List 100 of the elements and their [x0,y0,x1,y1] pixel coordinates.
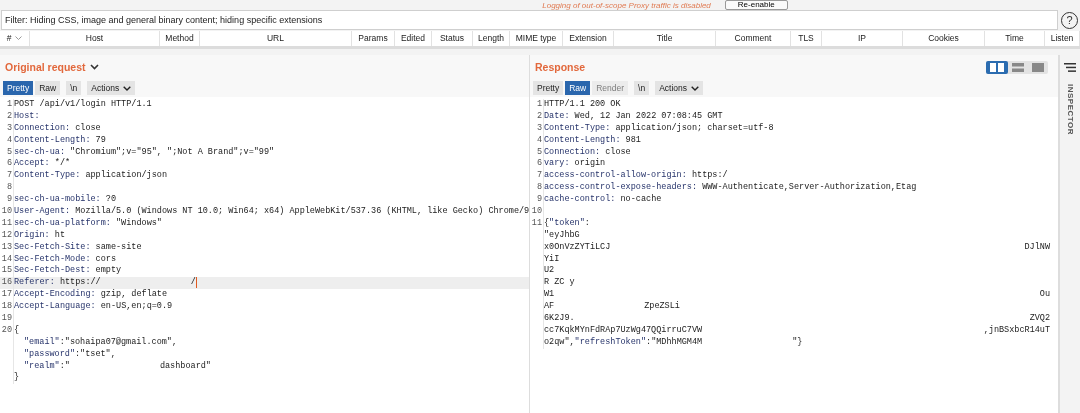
code-text: */* [53,158,71,171]
code-key: Content-Type: [544,122,611,135]
code-key: Sec-Fetch-Site: [14,241,91,254]
code-key: Accept-Language: [14,301,96,314]
line-number: 2 [536,110,542,121]
code-text: : [584,217,590,230]
code-key: Accept-Encoding: [14,289,96,302]
column-header[interactable]: Method [160,31,200,46]
line-number: 1 [536,99,542,109]
column-header[interactable]: Listen [1045,31,1080,46]
code-text: empty [94,265,122,277]
line-number: 17 [1,289,12,300]
line-number: 1 [6,99,12,109]
split-view-icon[interactable] [986,60,1009,74]
code-text: Mozilla/5.0 (Windows NT 10.0; Win64; x64) AppleWebKit/537.36 (KHTML, like Gecko) Chrome/9 [74,206,530,218]
line-number: 10 [531,206,542,216]
line-number: 13 [1,241,12,252]
code-text: same-site [94,241,142,254]
column-header[interactable]: # [0,31,30,46]
code-text: Ou [1039,289,1051,302]
line-number: 3 [6,122,12,133]
column-header[interactable]: IP [822,31,903,46]
code-key: "email" [24,336,60,349]
column-header[interactable]: Params [352,31,395,46]
code-text: ,jnBSxbcR14uT [983,324,1051,337]
code-text: WWW-Authenticate,Server-Authorization,Etag [701,182,917,195]
line-number: 3 [536,122,542,133]
code-text: { [544,217,550,230]
code-text: AF [544,301,555,314]
code-text: "} [792,336,803,349]
code-text: W1 [544,289,555,302]
code-key: Origin: [14,229,50,242]
code-key: sec-ch-ua-mobile: [14,194,101,206]
sort-icon [15,36,23,42]
view-tab[interactable]: \n [66,81,82,95]
line-number: 8 [536,182,542,193]
code-text: Wed, 12 Jan 2022 07:08:45 GMT [573,110,723,123]
view-tab[interactable]: Pretty [3,81,34,95]
code-text: } [14,372,20,385]
code-key: Date: [544,110,570,123]
column-header[interactable]: Extension [563,31,614,46]
code-key: Connection: [544,146,601,159]
filter-bar[interactable]: Filter: Hiding CSS, image and general binary content; hiding specific extensions [1,10,1058,30]
menu-icon[interactable] [1064,63,1076,72]
layout-toggle[interactable] [986,60,1049,74]
chevron-icon[interactable] [89,64,99,70]
code-key: Content-Length: [544,134,621,147]
line-number: 11 [531,217,542,228]
code-text: "Chromium";v="95", ";Not A Brand";v="99" [69,146,275,159]
column-header[interactable]: URL [200,31,352,46]
code-text: "eyJhbG [544,229,580,242]
column-header[interactable]: Host [30,31,160,46]
view-tab[interactable]: Pretty [533,81,564,95]
code-key: cache-control: [544,194,616,206]
actions-menu[interactable]: Actions [87,81,136,95]
text-cursor [195,277,197,289]
code-key: Sec-Fetch-Mode: [14,253,91,266]
line-number: 18 [1,301,12,312]
line-number: 6 [6,158,12,169]
line-number: 8 [6,182,12,193]
line-number: 19 [1,313,12,324]
column-header[interactable]: Edited [395,31,432,46]
code-key: vary: [544,158,570,171]
column-header[interactable]: Length [473,31,510,46]
column-header[interactable]: Cookies [903,31,985,46]
code-key: sec-ch-ua-platform: [14,217,111,230]
line-number: 2 [6,110,12,121]
code-key: "refreshToken" [574,336,647,349]
code-key: Content-Type: [14,170,81,183]
line-number: 20 [1,324,12,335]
view-tab[interactable]: Raw [565,81,591,95]
code-text: close [605,146,631,159]
line-number: 15 [1,265,12,276]
view-tab[interactable]: Raw [35,81,61,95]
actions-menu[interactable]: Actions [655,81,704,95]
column-header[interactable]: Status [432,31,473,46]
code-text: en-US,en;q=0.9 [99,301,173,314]
code-text: cors [94,253,117,266]
code-text: ZpeZSLi [644,301,680,314]
column-header[interactable]: Comment [716,31,791,46]
code-text: YiI [544,253,560,266]
logging-notice: Logging of out-of-scope Proxy traffic is disabled [542,0,711,10]
column-header[interactable]: MIME type [510,31,563,46]
code-key: "password" [24,348,75,361]
chevron-icon [691,85,700,91]
code-text: application/json; charset=utf-8 [614,122,774,135]
code-text: :"sohaipa07@gmail.com", [59,336,178,349]
inspector-tab[interactable]: INSPECTOR [1065,84,1075,136]
line-number: 11 [1,217,12,228]
column-header[interactable]: Title [614,31,716,46]
code-text: close [74,122,101,135]
code-key: access-control-expose-headers: [544,182,698,195]
code-text: "Windows" [115,217,162,230]
column-header[interactable]: Time [985,31,1045,46]
line-number: 7 [6,170,12,181]
view-tab[interactable]: \n [634,81,650,95]
line-number: 5 [536,146,542,157]
code-key: Accept: [14,158,50,171]
code-text: ZVQ2 [1029,313,1051,325]
column-header[interactable]: TLS [791,31,822,46]
